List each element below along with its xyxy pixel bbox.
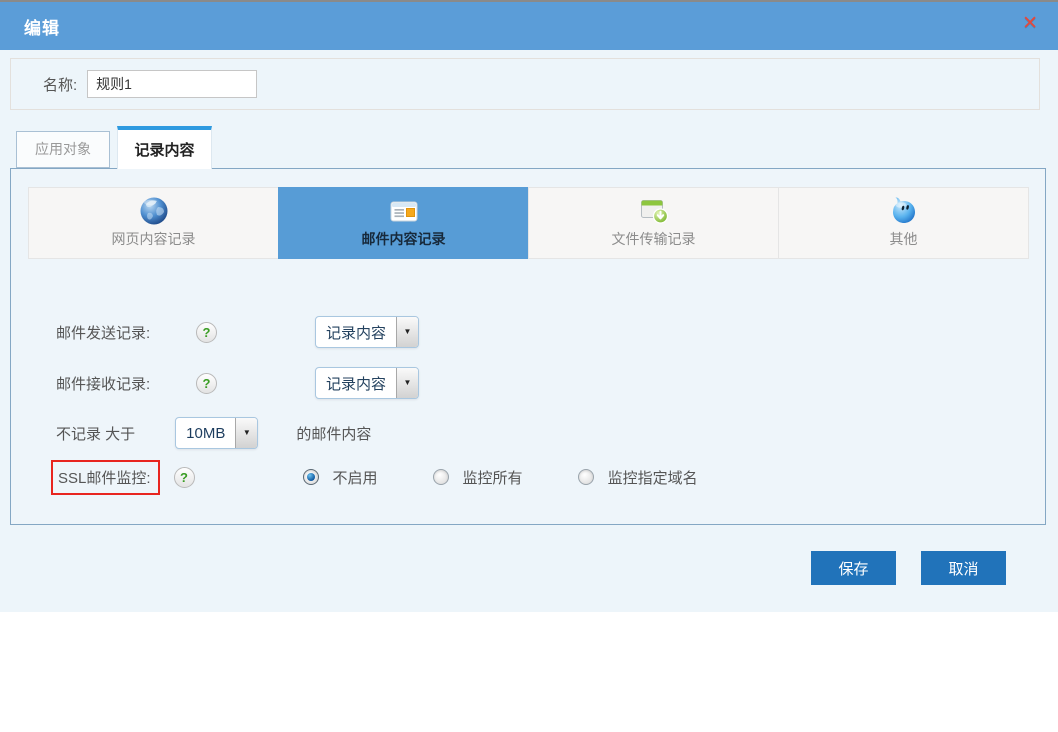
help-icon[interactable]: ? — [196, 322, 217, 343]
radio-option-monitor-all: 监控所有 — [433, 467, 523, 488]
radio-label: 监控指定域名 — [608, 467, 698, 488]
close-icon[interactable]: ✕ — [1022, 14, 1038, 33]
mail-receive-record-row: 邮件接收记录: ? 记录内容 ▼ — [56, 366, 1045, 400]
mail-receive-record-label: 邮件接收记录: — [56, 373, 196, 394]
card-other[interactable]: 其他 — [778, 187, 1029, 259]
card-web-content-record[interactable]: 网页内容记录 — [28, 187, 279, 259]
radio-option-disable: 不启用 — [303, 467, 378, 488]
mail-send-record-row: 邮件发送记录: ? 记录内容 ▼ — [56, 315, 1045, 349]
help-icon[interactable]: ? — [174, 467, 195, 488]
radio-monitor-domains[interactable] — [578, 469, 594, 485]
mail-send-record-select[interactable]: 记录内容 ▼ — [315, 316, 419, 348]
chevron-down-icon[interactable]: ▼ — [396, 317, 418, 347]
card-mail-content-record[interactable]: 邮件内容记录 — [278, 187, 529, 259]
chevron-down-icon[interactable]: ▼ — [235, 418, 257, 448]
name-input[interactable] — [87, 70, 257, 98]
ssl-monitor-label: SSL邮件监控: — [51, 460, 160, 495]
selected-option: 10MB — [176, 418, 235, 448]
mail-icon — [388, 195, 420, 227]
mail-receive-record-select[interactable]: 记录内容 ▼ — [315, 367, 419, 399]
name-row: 名称: — [10, 58, 1040, 110]
tab-application-object[interactable]: 应用对象 — [16, 131, 110, 168]
tab-bar: 应用对象 记录内容 — [16, 126, 1058, 169]
size-limit-suffix: 的邮件内容 — [296, 423, 371, 444]
selected-option: 记录内容 — [316, 317, 396, 347]
chevron-down-icon[interactable]: ▼ — [396, 368, 418, 398]
radio-option-monitor-domains: 监控指定域名 — [578, 467, 698, 488]
radio-monitor-all[interactable] — [433, 469, 449, 485]
mail-record-form: 邮件发送记录: ? 记录内容 ▼ 邮件接收记录: ? 记录内容 ▼ — [56, 315, 1045, 494]
ssl-monitor-row: SSL邮件监控: ? 不启用 监控所有 监控指定域名 — [56, 460, 1045, 494]
card-label: 其他 — [890, 229, 918, 249]
selected-option: 记录内容 — [316, 368, 396, 398]
size-limit-select[interactable]: 10MB ▼ — [175, 417, 258, 449]
help-icon[interactable]: ? — [196, 373, 217, 394]
card-label: 文件传输记录 — [612, 229, 696, 249]
globe-icon — [138, 195, 170, 227]
save-button[interactable]: 保存 — [811, 551, 896, 585]
radio-label: 监控所有 — [463, 467, 523, 488]
edit-dialog: 编辑 ✕ 名称: 应用对象 记录内容 — [0, 0, 1058, 732]
dialog-title: 编辑 — [24, 14, 60, 39]
name-label: 名称: — [43, 74, 77, 95]
radio-label: 不启用 — [333, 467, 378, 488]
card-label: 邮件内容记录 — [362, 229, 446, 249]
cancel-button[interactable]: 取消 — [921, 551, 1006, 585]
dialog-body: 名称: 应用对象 记录内容 — [0, 50, 1058, 612]
category-card-row: 网页内容记录 邮件内容记录 — [28, 187, 1029, 259]
card-file-transfer-record[interactable]: 文件传输记录 — [528, 187, 779, 259]
file-transfer-icon — [638, 195, 670, 227]
card-label: 网页内容记录 — [112, 229, 196, 249]
dialog-titlebar: 编辑 ✕ — [0, 0, 1058, 50]
size-limit-row: 不记录 大于 10MB ▼ 的邮件内容 — [56, 416, 1045, 450]
chat-bubble-icon — [888, 195, 920, 227]
size-limit-prefix: 不记录 大于 — [56, 423, 135, 444]
radio-disable[interactable] — [303, 469, 319, 485]
action-bar: 保存 取消 — [0, 551, 1006, 585]
tab-record-content[interactable]: 记录内容 — [117, 126, 212, 169]
mail-send-record-label: 邮件发送记录: — [56, 322, 196, 343]
record-content-panel: 网页内容记录 邮件内容记录 — [10, 168, 1046, 525]
